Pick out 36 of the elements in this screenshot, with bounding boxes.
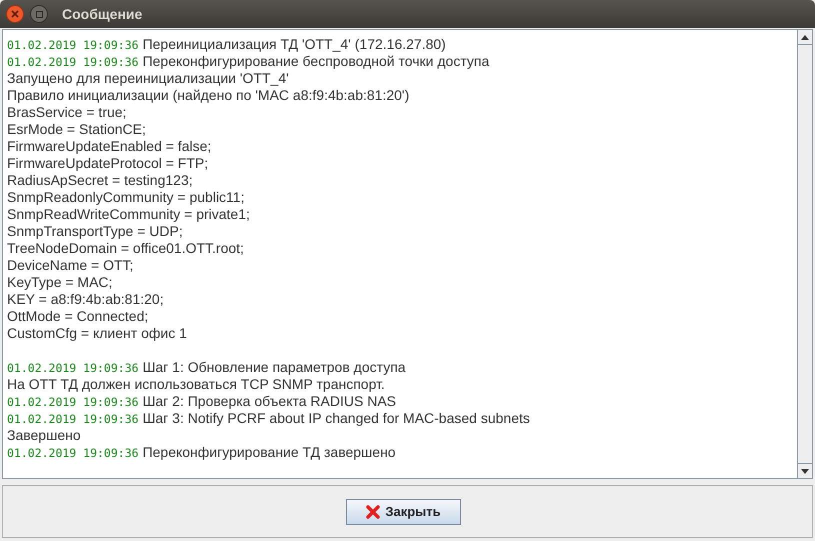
log-message: KEY = a8:f9:4b:ab:81:20;	[7, 290, 164, 309]
timestamp: 01.02.2019 19:09:36	[7, 54, 139, 71]
log-message: EsrMode = StationCE;	[7, 120, 146, 139]
log-message: SnmpReadonlyCommunity = public11;	[7, 188, 244, 207]
close-button[interactable]: Закрыть	[346, 498, 461, 524]
log-message: RadiusApSecret = testing123;	[7, 171, 193, 190]
log-message: SnmpTransportType = UDP;	[7, 222, 183, 241]
log-message: TreeNodeDomain = office01.OTT.root;	[7, 239, 244, 258]
log-message: На OTT ТД должен использоваться TCP SNMP транспорт.	[7, 375, 385, 394]
log-message: Правило инициализации (найдено по 'MAC a8:f9:4b:ab:81:20')	[7, 86, 410, 105]
close-icon[interactable]	[6, 5, 24, 23]
log-message: Шаг 3: Notify PCRF about IP changed for MAC-based subnets	[142, 409, 530, 428]
scrollbar[interactable]	[797, 30, 812, 478]
log-message: Шаг 2: Проверка объекта RADIUS NAS	[142, 392, 396, 411]
log-message: SnmpReadWriteCommunity = private1;	[7, 205, 250, 224]
log-message: BrasService = true;	[7, 103, 126, 122]
timestamp: 01.02.2019 19:09:36	[7, 411, 139, 428]
log-message: KeyType = MAC;	[7, 273, 112, 292]
window-title: Сообщение	[62, 4, 142, 24]
timestamp: 01.02.2019 19:09:36	[7, 445, 139, 462]
log-message: OttMode = Connected;	[7, 307, 148, 326]
log-message: Шаг 1: Обновление параметров доступа	[142, 358, 406, 377]
log-message: Переконфигурирование беспроводной точки доступа	[142, 52, 490, 71]
log-message: CustomCfg = клиент офис 1	[7, 324, 187, 343]
log-message: Переинициализация ТД 'OTT_4' (172.16.27.80)	[142, 35, 446, 54]
log-message: Завершено	[7, 426, 81, 445]
log-message: Запущено для переинициализации 'OTT_4'	[7, 69, 289, 88]
timestamp: 01.02.2019 19:09:36	[7, 394, 139, 411]
log-message: DeviceName = OTT;	[7, 256, 134, 275]
timestamp: 01.02.2019 19:09:36	[7, 360, 139, 377]
maximize-icon[interactable]	[30, 5, 48, 23]
timestamp: 01.02.2019 19:09:36	[7, 37, 139, 54]
log-message: FirmwareUpdateProtocol = FTP;	[7, 154, 208, 173]
log-message: Переконфигурирование ТД завершено	[142, 443, 396, 462]
close-icon	[366, 504, 380, 518]
log-message: FirmwareUpdateEnabled = false;	[7, 137, 212, 156]
